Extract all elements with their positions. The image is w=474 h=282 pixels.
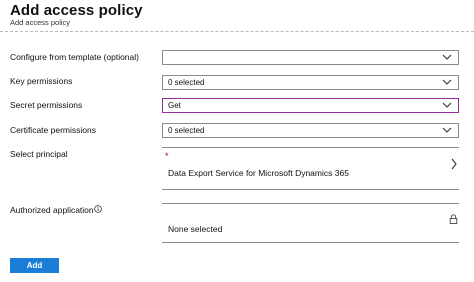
- chevron-down-icon: [442, 127, 452, 133]
- template-dropdown[interactable]: [162, 50, 459, 65]
- authorized-application-label: Authorized application: [10, 205, 94, 215]
- key-permissions-dropdown[interactable]: 0 selected: [162, 75, 459, 90]
- application-top-border: [162, 203, 459, 204]
- principal-top-border: [162, 147, 459, 148]
- secret-permissions-value: Get: [168, 101, 181, 110]
- page-header: Add access policy Add access policy: [0, 0, 474, 34]
- select-principal-label: Select principal: [10, 149, 68, 159]
- certificate-permissions-dropdown[interactable]: 0 selected: [162, 123, 459, 138]
- page-title: Add access policy: [10, 2, 143, 19]
- select-principal-field[interactable]: Data Export Service for Microsoft Dynami…: [168, 168, 349, 178]
- key-permissions-value: 0 selected: [168, 78, 205, 87]
- chevron-down-icon: [442, 79, 452, 85]
- chevron-down-icon: [442, 102, 452, 108]
- principal-bottom-border: [162, 189, 459, 190]
- lock-icon: [449, 214, 458, 224]
- page-subtitle: Add access policy: [10, 18, 71, 27]
- chevron-right-icon[interactable]: [450, 158, 458, 170]
- authorized-application-value: None selected: [168, 224, 223, 234]
- info-icon[interactable]: [94, 205, 102, 213]
- application-bottom-border: [162, 242, 459, 243]
- secret-permissions-dropdown[interactable]: Get: [162, 98, 459, 113]
- header-divider: [0, 31, 474, 32]
- certificate-permissions-value: 0 selected: [168, 126, 205, 135]
- add-button[interactable]: Add: [10, 258, 59, 273]
- chevron-down-icon: [442, 54, 452, 60]
- key-permissions-label: Key permissions: [10, 76, 73, 86]
- required-marker: *: [165, 151, 169, 161]
- template-label: Configure from template (optional): [10, 52, 139, 62]
- certificate-permissions-label: Certificate permissions: [10, 125, 96, 135]
- secret-permissions-label: Secret permissions: [10, 100, 83, 110]
